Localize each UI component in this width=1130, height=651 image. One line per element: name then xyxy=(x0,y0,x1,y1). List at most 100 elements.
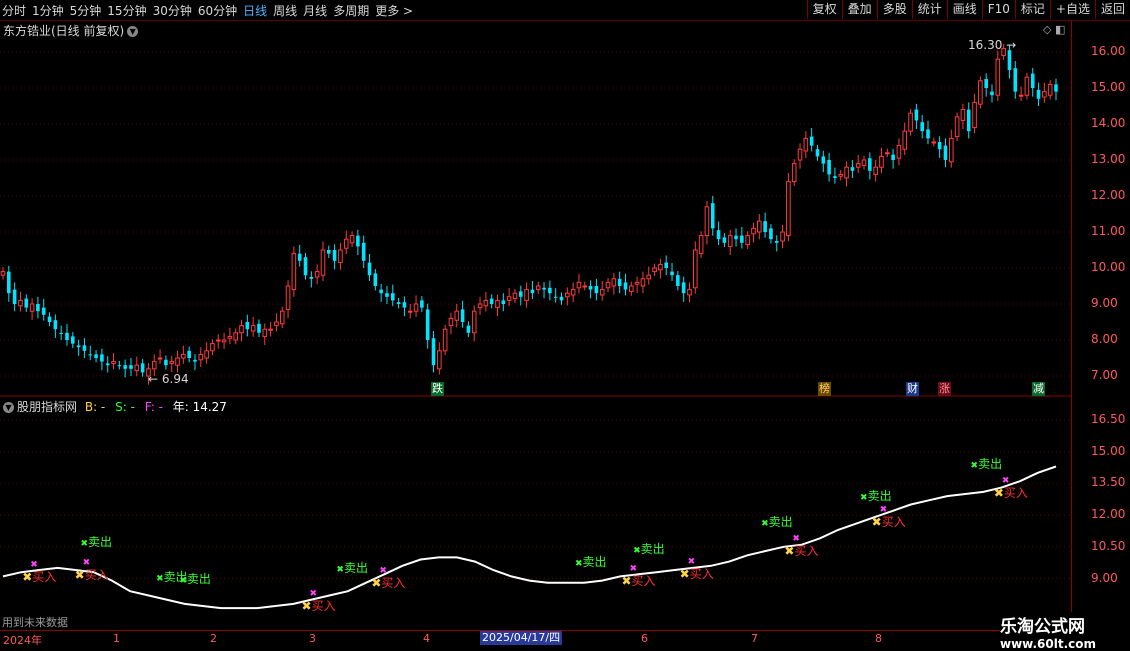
candle-body xyxy=(646,274,652,280)
candle-body xyxy=(303,257,308,276)
candle-body xyxy=(1054,84,1058,92)
month-label: 7 xyxy=(751,632,758,645)
candle-body xyxy=(407,310,413,313)
candle-body xyxy=(838,173,844,177)
event-tag-jian[interactable]: 减 xyxy=(1032,382,1045,396)
toolbar-button-8[interactable]: 返回 xyxy=(1094,0,1130,19)
buy-signal-label: 买入 xyxy=(311,599,336,614)
candle-body xyxy=(373,273,378,286)
candle-body xyxy=(431,338,436,366)
low-value: 6.94 xyxy=(161,372,189,386)
indicator-s: S: - xyxy=(115,400,135,414)
kline-chart[interactable] xyxy=(0,0,1071,630)
candle-body xyxy=(948,137,954,163)
candle-body xyxy=(879,155,884,168)
candle-body xyxy=(367,262,372,276)
indicator-name: 股朋指标网 xyxy=(17,400,78,414)
price-tick-label: 9.00 xyxy=(1091,296,1118,310)
mid-marker: ✖ xyxy=(687,557,696,567)
sell-signal: ✖卖出 xyxy=(80,535,112,550)
indicator-f: F: - xyxy=(144,400,163,414)
sell-signal-label: 卖出 xyxy=(87,535,112,550)
candle-body xyxy=(780,231,785,242)
cursor-date: 2025/04/17/四 xyxy=(480,631,563,645)
candle-body xyxy=(506,296,512,301)
candle-body xyxy=(576,281,582,289)
candle-body xyxy=(524,289,529,301)
candle-body xyxy=(477,303,483,309)
candle-body xyxy=(542,287,546,290)
candle-body xyxy=(664,262,669,268)
candle-body xyxy=(884,152,890,155)
candle-body xyxy=(215,339,221,342)
event-tag-bang[interactable]: 榜 xyxy=(818,382,831,396)
candle-body xyxy=(181,353,186,359)
candle-body xyxy=(501,300,506,304)
mid-marker: ✖ xyxy=(629,563,638,574)
candle-body xyxy=(291,253,297,291)
candle-body xyxy=(937,142,942,150)
candle-body xyxy=(47,316,52,322)
candle-body xyxy=(94,354,98,358)
candle-body xyxy=(274,321,279,327)
candle-body xyxy=(489,298,494,304)
candle-body xyxy=(972,101,977,129)
sell-signal-label: 卖出 xyxy=(768,515,793,530)
candle-body xyxy=(605,281,611,289)
candle-body xyxy=(53,320,58,330)
candle-body xyxy=(268,328,273,331)
event-tag-cai[interactable]: 财 xyxy=(906,382,919,396)
candle-body xyxy=(512,292,518,300)
mid-marker: ✖ xyxy=(379,566,387,577)
sell-signal: ✖卖出 xyxy=(970,456,1003,471)
candle-body xyxy=(285,285,291,310)
candle-body xyxy=(437,350,442,370)
candle-body xyxy=(262,328,268,337)
candle-body xyxy=(379,289,383,294)
candle-body xyxy=(553,296,558,298)
candle-body xyxy=(676,275,680,286)
candle-body xyxy=(250,325,256,332)
candle-body xyxy=(582,285,588,288)
buy-signal: ✖买入 xyxy=(784,544,819,559)
indicator-year: 年: 14.27 xyxy=(172,400,227,414)
candle-body xyxy=(309,277,314,279)
candle-body xyxy=(88,354,93,356)
indicator-tick-label: 12.00 xyxy=(1091,507,1126,522)
candle-body xyxy=(71,336,75,344)
buy-signal-label: 买入 xyxy=(881,514,906,529)
event-tag-die[interactable]: 跌 xyxy=(431,382,444,396)
candle-body xyxy=(774,241,779,243)
candle-body xyxy=(495,299,500,309)
candle-body xyxy=(827,160,831,175)
candle-body xyxy=(629,285,634,292)
candle-body xyxy=(891,154,895,160)
candle-body xyxy=(314,271,320,278)
high-annotation: 16.30 → xyxy=(968,38,1017,52)
sell-signal: ✖卖出 xyxy=(574,554,607,569)
candle-body xyxy=(1024,76,1030,96)
price-tick-label: 13.00 xyxy=(1091,152,1126,166)
candle-body xyxy=(117,365,122,367)
candle-body xyxy=(233,332,239,341)
sell-signal-label: 卖出 xyxy=(867,488,892,503)
price-tick-label: 11.00 xyxy=(1091,224,1126,238)
candle-body xyxy=(59,332,63,334)
buy-signal: ✖买入 xyxy=(679,567,714,581)
candle-body xyxy=(1030,73,1035,88)
candle-body xyxy=(797,148,803,161)
price-tick-label: 7.00 xyxy=(1091,368,1118,382)
candle-body xyxy=(41,307,46,315)
mid-marker: ✖ xyxy=(1001,476,1010,487)
candle-body xyxy=(745,235,750,246)
candle-body xyxy=(227,335,233,339)
candle-body xyxy=(111,361,116,364)
buy-signal: ✖买入 xyxy=(993,486,1028,501)
chevron-down-icon[interactable]: ▼ xyxy=(3,402,14,413)
candle-body xyxy=(65,332,69,340)
candle-body xyxy=(18,299,23,307)
event-tag-zhang[interactable]: 涨 xyxy=(938,382,951,396)
buy-signal: ✖买入 xyxy=(74,568,109,583)
indicator-line xyxy=(2,465,1057,610)
buy-signal: ✖买入 xyxy=(22,569,57,584)
